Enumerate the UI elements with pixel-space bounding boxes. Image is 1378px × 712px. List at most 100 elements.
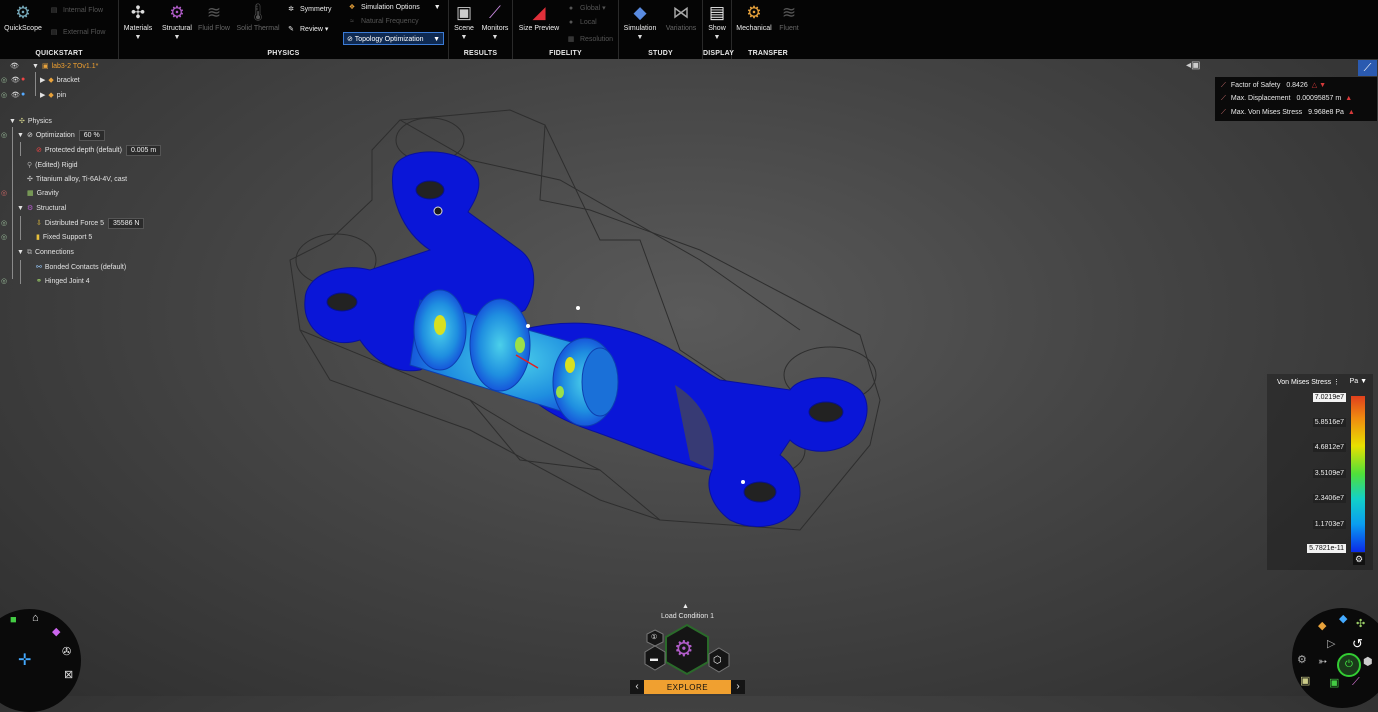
yellow-frame-icon[interactable]: ▣ — [1300, 674, 1310, 687]
orange-cube-icon[interactable]: ◆ — [1318, 619, 1326, 632]
size-preview-button[interactable]: ◢ Size Preview — [515, 3, 563, 32]
tree-pin[interactable]: ▶ ◆ pin — [40, 90, 66, 102]
symmetry-button[interactable]: ✲ Symmetry — [285, 5, 331, 13]
fluent-button[interactable]: ≋ Fluent — [776, 3, 802, 32]
next-arrow-icon[interactable]: › — [731, 680, 745, 694]
tree-hinged-joint[interactable]: ⚭ Hinged Joint 4 — [36, 276, 90, 288]
tree-project[interactable]: ▼ ▣ lab3-2 TOv1.1* — [32, 61, 98, 73]
resolution-button[interactable]: ▦ Resolution — [565, 35, 613, 43]
fluid-flow-button[interactable]: ≋ Fluid Flow — [197, 3, 231, 32]
global-button[interactable]: ● Global ▾ — [565, 4, 606, 12]
simulation-options-button[interactable]: ❖ Simulation Options ▼ — [346, 3, 441, 11]
tree-edited-rigid[interactable]: ⚲ (Edited) Rigid — [27, 160, 78, 172]
green-cube-icon[interactable]: ■ — [10, 614, 17, 626]
settings-icon[interactable]: ⚙ — [1297, 653, 1307, 666]
force-visibility-icon[interactable]: ◎ — [1, 219, 7, 227]
panel-toggle-icon[interactable]: ◂▣ — [1186, 60, 1208, 76]
review-button[interactable]: ✎ Review ▾ — [285, 25, 328, 33]
explore-mode-button[interactable]: EXPLORE — [644, 680, 731, 694]
blue-cube-icon[interactable]: ◆ — [1339, 612, 1347, 625]
legend-settings-gear-icon[interactable]: ⚙ — [1353, 553, 1365, 565]
topology-optimization-button[interactable]: ⊘ Topology Optimization ▼ — [343, 32, 444, 45]
optimization-visibility-icon[interactable]: ◎ — [1, 131, 7, 139]
green-box-icon[interactable]: ▣ — [1329, 676, 1339, 689]
support-visibility-icon[interactable]: ◎ — [1, 233, 7, 241]
home-icon[interactable]: ⌂ — [32, 612, 39, 624]
tree-gravity[interactable]: ▦ Gravity — [27, 188, 59, 200]
grid-icon[interactable]: ⊠ — [64, 668, 73, 681]
legend-tick[interactable]: 7.0219e7 — [1312, 393, 1346, 402]
max-von-mises-row[interactable]: ⟋ Max. Von Mises Stress 9.968e8 Pa ▲ — [1221, 109, 1355, 117]
external-flow-icon: ▤ — [50, 29, 58, 36]
natural-frequency-icon: ≈ — [350, 18, 354, 25]
legend-tick[interactable]: 5.7821e-11 — [1307, 544, 1346, 553]
pin-visibility-icon[interactable]: ◎ — [1, 91, 7, 99]
monitors-button[interactable]: ⟋ Monitors ▼ — [479, 3, 511, 41]
purple-cube-icon[interactable]: ◆ — [52, 625, 60, 638]
grid-cube-icon[interactable]: ⬢ — [1363, 655, 1373, 668]
optimization-value[interactable]: 60 % — [78, 130, 105, 141]
previous-arrow-icon[interactable]: ‹ — [630, 680, 644, 694]
structural-button[interactable]: ⚙ Structural ▼ — [159, 3, 195, 41]
power-button[interactable]: ⏻ — [1337, 653, 1361, 677]
simulation-options-caret-icon: ▼ — [433, 4, 441, 11]
tree-material[interactable]: ✣ Titanium alloy, Ti-6Al-4V, cast — [27, 174, 127, 186]
bracket-eye-icon[interactable]: 👁 — [11, 76, 20, 84]
mechanical-button[interactable]: ⚙ Mechanical — [734, 3, 774, 32]
optimization-icon: ⊘ — [26, 132, 33, 139]
local-button[interactable]: ● Local — [565, 19, 597, 26]
pause-icon[interactable]: ▬ — [650, 654, 658, 663]
show-button[interactable]: ▤ Show ▼ — [705, 3, 729, 41]
protected-depth-value[interactable]: 0.005 m — [125, 145, 162, 156]
materials-button[interactable]: ✣ Materials ▼ — [121, 3, 155, 41]
bracket-visibility-icon[interactable]: ◎ — [1, 76, 7, 84]
legend-title[interactable]: Von Mises Stress ⋮ — [1277, 378, 1340, 386]
pin-eye-icon[interactable]: 👁 — [11, 91, 20, 99]
tree-bonded-contacts[interactable]: ⚯ Bonded Contacts (default) — [36, 262, 126, 274]
factor-of-safety-row[interactable]: ⟋ Factor of Safety 0.8426 △ ▼ — [1221, 81, 1326, 90]
load-condition-label[interactable]: Load Condition 1 — [630, 613, 745, 620]
variations-button[interactable]: ⋈ Variations — [662, 3, 700, 32]
play-icon[interactable]: ▷ — [1327, 637, 1335, 650]
counter-icon[interactable]: ① — [651, 633, 657, 641]
tree-protected-depth[interactable]: ⊘ Protected depth (default) 0.005 m — [36, 145, 162, 157]
joint-visibility-icon[interactable]: ◎ — [1, 277, 7, 285]
quickscope-button[interactable]: ⚙ QuickScope — [3, 3, 43, 32]
legend-unit-select[interactable]: Pa ▼ — [1350, 378, 1367, 385]
structure-icon[interactable]: ✣ — [1356, 617, 1365, 630]
external-flow-button[interactable]: ▤ External Flow — [48, 28, 106, 36]
simulation-button[interactable]: ◆ Simulation ▼ — [621, 3, 659, 41]
tree-optimization[interactable]: ▼ ⊘ Optimization 60 % — [17, 130, 105, 142]
tree-physics[interactable]: ▼ ✣ Physics — [9, 116, 52, 128]
quickscope-icon: ⚙ — [15, 3, 31, 22]
scene-button[interactable]: ▣ Scene ▼ — [451, 3, 477, 41]
viewport-model[interactable] — [0, 59, 1378, 696]
expand-up-icon[interactable]: ▲ — [682, 603, 689, 610]
project-icon: ▣ — [41, 63, 49, 70]
cube-outline-icon[interactable]: ⬡ — [713, 655, 722, 666]
warning-triangle-icon: ▲ — [1345, 95, 1353, 102]
monitors-toggle-icon[interactable]: ⟋ — [1358, 60, 1377, 76]
gravity-visibility-icon[interactable]: ◎ — [1, 189, 7, 197]
axis-triad-icon[interactable]: ✛ — [18, 650, 31, 670]
tree-structural[interactable]: ▼ ⚙ Structural — [17, 203, 66, 215]
max-displacement-row[interactable]: ⟋ Max. Displacement 0.00095857 m ▲ — [1221, 95, 1352, 103]
distributed-force-value[interactable]: 35586 N — [108, 218, 145, 229]
tree-bracket[interactable]: ▶ ◆ bracket — [40, 75, 80, 87]
simulation-gear-icon[interactable]: ⚙ — [674, 636, 694, 662]
solid-thermal-button[interactable]: 🌡 Solid Thermal — [234, 3, 282, 32]
legend-menu-icon[interactable]: ⋮ — [1333, 379, 1340, 386]
reset-icon[interactable]: ↺ — [1352, 636, 1363, 652]
fan-icon[interactable]: ✇ — [62, 645, 71, 658]
topology-optimization-icon: ⊘ — [347, 36, 353, 43]
tree-fixed-support[interactable]: ▮ Fixed Support 5 — [36, 232, 92, 244]
internal-flow-button[interactable]: ▤ Internal Flow — [48, 6, 103, 14]
pin-part[interactable] — [409, 289, 619, 427]
project-visibility-eye-icon[interactable]: 👁 — [10, 62, 19, 70]
tree-connections[interactable]: ▼ ⧉ Connections — [17, 247, 74, 259]
mechanical-gears-icon: ⚙ — [746, 3, 762, 22]
tree-distributed-force[interactable]: ⇩ Distributed Force 5 35586 N — [36, 218, 145, 230]
monitor-graph-icon[interactable]: ⟋ — [1352, 676, 1360, 689]
pin-tool-icon[interactable]: ➳ — [1318, 655, 1327, 668]
natural-frequency-button[interactable]: ≈ Natural Frequency — [346, 18, 419, 25]
